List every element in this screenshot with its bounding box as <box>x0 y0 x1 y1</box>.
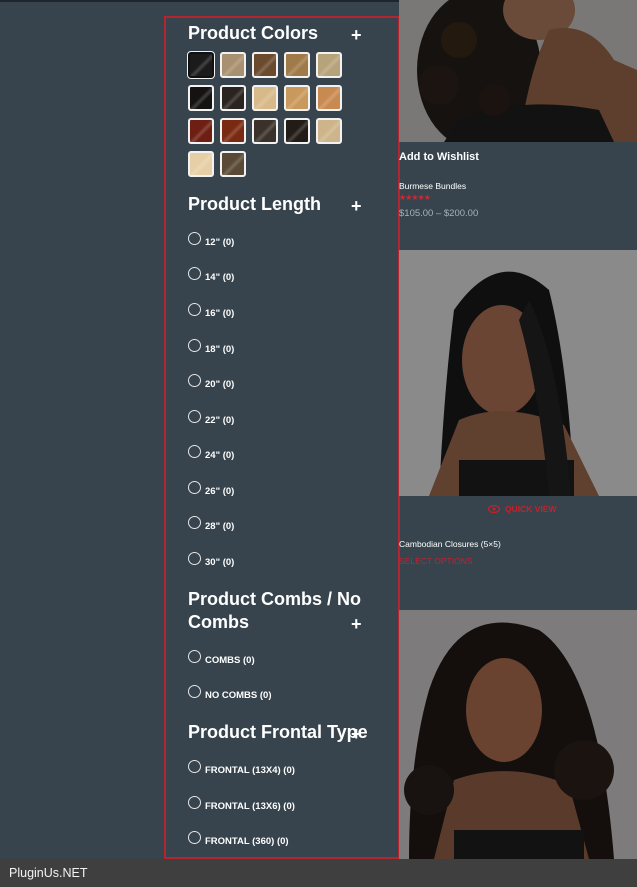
radio-icon[interactable] <box>188 481 201 494</box>
product-image-body-wave[interactable] <box>399 610 637 859</box>
length-option[interactable]: 18" (0) <box>188 338 234 358</box>
length-option[interactable]: 20" (0) <box>188 373 234 393</box>
swatch-caramel-icon[interactable] <box>316 85 342 111</box>
radio-icon[interactable] <box>188 267 201 280</box>
radio-icon[interactable] <box>188 516 201 529</box>
footer-bar: PluginUs.NET <box>0 859 637 887</box>
quick-view-button[interactable]: QUICK VIEW <box>488 504 556 514</box>
footer-brand[interactable]: PluginUs.NET <box>9 866 88 880</box>
swatch-burgundy-icon[interactable] <box>188 118 214 144</box>
swatch-golden-blonde-icon[interactable] <box>284 85 310 111</box>
swatch-dark-brown-icon[interactable] <box>220 85 246 111</box>
radio-icon[interactable] <box>188 410 201 423</box>
swatch-ash-blonde-icon[interactable] <box>220 52 246 78</box>
model-portrait-image <box>399 0 637 142</box>
colors-heading: Product Colors <box>188 23 319 43</box>
radio-icon[interactable] <box>188 796 201 809</box>
length-option[interactable]: 22" (0) <box>188 409 234 429</box>
radio-icon[interactable] <box>188 232 201 245</box>
product-name-cambodian[interactable]: Cambodian Closures (5×5) <box>399 539 501 549</box>
radio-icon[interactable] <box>188 445 201 458</box>
eye-icon <box>488 505 500 513</box>
length-option[interactable]: 16" (0) <box>188 302 234 322</box>
swatch-espresso-icon[interactable] <box>284 118 310 144</box>
product-image-burmese[interactable] <box>399 0 637 142</box>
frontal-option[interactable]: FRONTAL (13X4) (0) <box>188 759 295 779</box>
swatch-jet-black-icon[interactable] <box>188 85 214 111</box>
radio-icon[interactable] <box>188 831 201 844</box>
swatch-chestnut-icon[interactable] <box>252 52 278 78</box>
swatch-light-blonde-icon[interactable] <box>252 85 278 111</box>
product-image-cambodian[interactable] <box>399 250 637 496</box>
product-price: $105.00 – $200.00 <box>399 208 479 219</box>
radio-icon[interactable] <box>188 685 201 698</box>
swatch-honey-icon[interactable] <box>284 52 310 78</box>
swatch-auburn-icon[interactable] <box>220 118 246 144</box>
model-portrait-image <box>399 610 637 859</box>
swatch-dark-ash-icon[interactable] <box>252 118 278 144</box>
radio-icon[interactable] <box>188 650 201 663</box>
swatch-sand-icon[interactable] <box>316 52 342 78</box>
swatch-pale-blonde-icon[interactable] <box>316 118 342 144</box>
combs-option[interactable]: NO COMBS (0) <box>188 684 272 704</box>
length-heading: Product Length <box>188 194 321 214</box>
frontal-heading: Product Frontal Type <box>188 722 368 742</box>
length-option[interactable]: 14" (0) <box>188 266 234 286</box>
select-options-link[interactable]: SELECT OPTIONS <box>399 556 473 566</box>
radio-icon[interactable] <box>188 374 201 387</box>
product-name-burmese[interactable]: Burmese Bundles <box>399 181 466 191</box>
radio-icon[interactable] <box>188 552 201 565</box>
add-to-wishlist-link[interactable]: Add to Wishlist <box>399 151 479 163</box>
length-expand-plus-icon[interactable]: + <box>351 197 362 215</box>
radio-icon[interactable] <box>188 760 201 773</box>
radio-icon[interactable] <box>188 303 201 316</box>
quick-view-label: QUICK VIEW <box>505 504 557 514</box>
frontal-expand-plus-icon[interactable]: + <box>351 725 362 743</box>
rating-stars: ★★★★★ <box>399 193 431 202</box>
model-portrait-image <box>399 250 637 496</box>
swatch-platinum-icon[interactable] <box>188 151 214 177</box>
frontal-option[interactable]: FRONTAL (360) (0) <box>188 830 289 850</box>
radio-icon[interactable] <box>188 339 201 352</box>
frontal-option[interactable]: FRONTAL (13X6) (0) <box>188 795 295 815</box>
swatch-off-black-icon[interactable] <box>188 52 214 78</box>
combs-option[interactable]: COMBS (0) <box>188 649 255 669</box>
swatch-ombre-icon[interactable] <box>220 151 246 177</box>
length-option[interactable]: 26" (0) <box>188 480 234 500</box>
length-option[interactable]: 28" (0) <box>188 515 234 535</box>
combs-heading-line1: Product Combs / No <box>188 589 362 609</box>
combs-expand-plus-icon[interactable]: + <box>351 615 362 633</box>
product-filter-panel: Product Colors + Product Length + 12" (0… <box>164 16 400 859</box>
colors-expand-plus-icon[interactable]: + <box>351 26 362 44</box>
length-option[interactable]: 30" (0) <box>188 551 234 571</box>
length-option[interactable]: 12" (0) <box>188 231 234 251</box>
length-option[interactable]: 24" (0) <box>188 444 234 464</box>
combs-heading-line2: Combs <box>188 612 250 632</box>
